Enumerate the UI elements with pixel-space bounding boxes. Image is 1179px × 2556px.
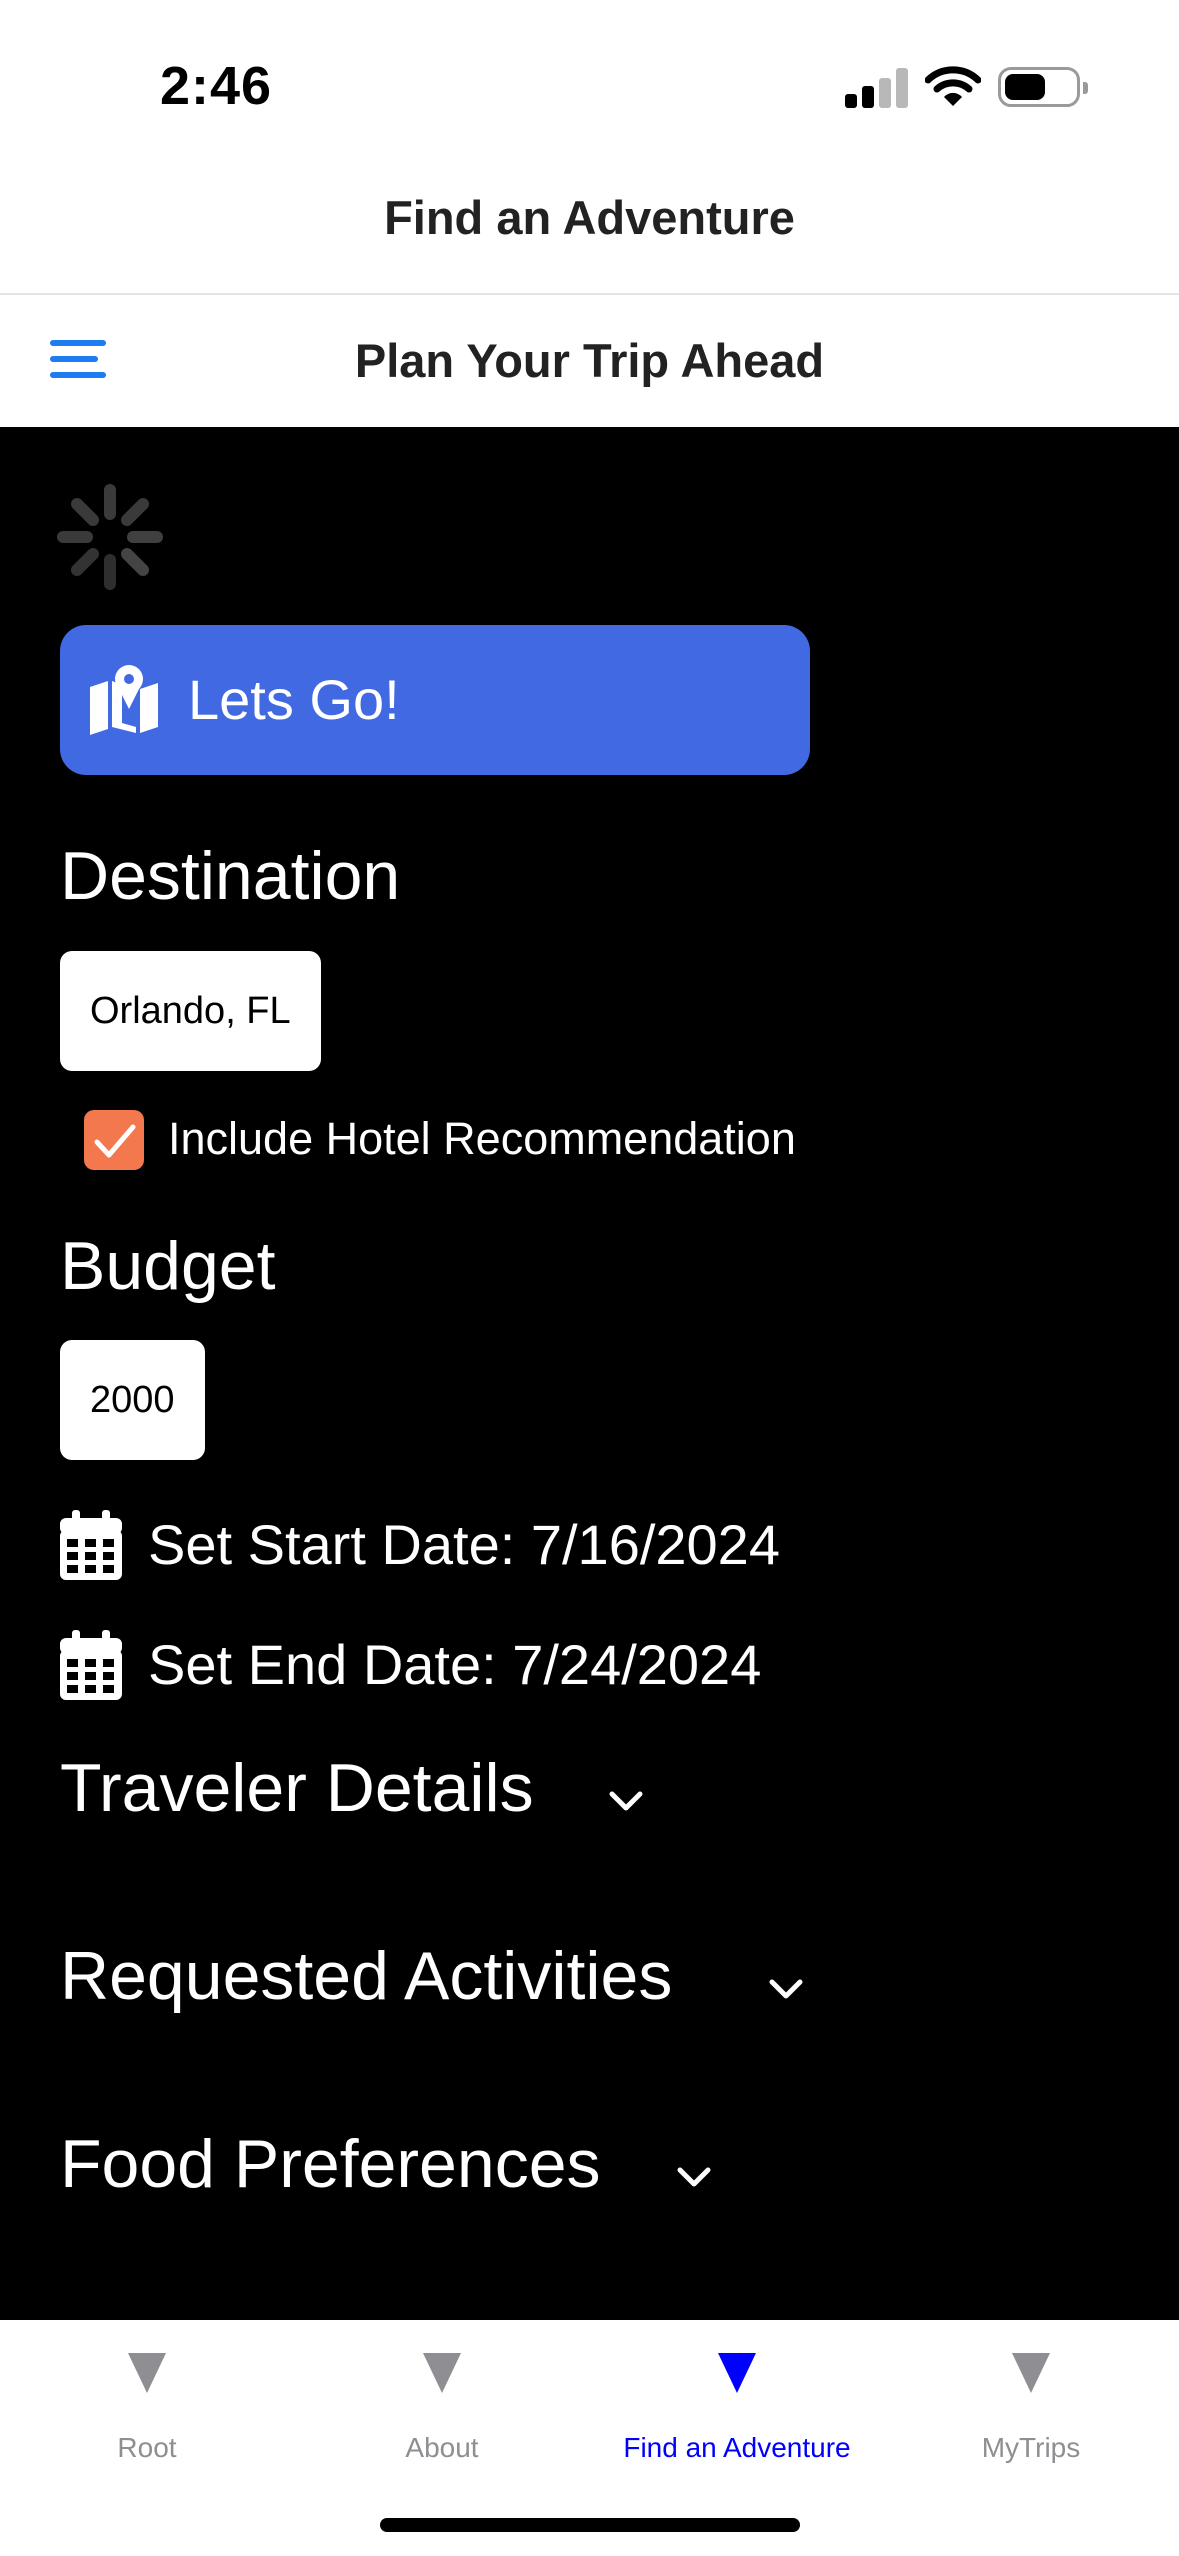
checkmark-icon <box>94 1124 136 1158</box>
triangle-icon <box>1012 2353 1050 2393</box>
calendar-icon <box>60 1510 122 1580</box>
lets-go-label: Lets Go! <box>188 668 400 731</box>
hotel-checkbox-label: Include Hotel Recommendation <box>168 1113 796 1164</box>
budget-label: Budget <box>60 1228 276 1304</box>
map-icon <box>90 665 158 735</box>
requested-activities-toggle[interactable]: Requested Activities <box>60 1937 820 2027</box>
chevron-down-icon <box>677 2167 711 2187</box>
destination-field[interactable]: Orlando, FL <box>60 951 321 1071</box>
traveler-details-toggle[interactable]: Traveler Details <box>60 1749 660 1839</box>
chevron-down-icon <box>609 1791 643 1811</box>
header-title: Plan Your Trip Ahead <box>354 334 825 387</box>
triangle-icon <box>128 2353 166 2393</box>
requested-activities-label: Requested Activities <box>60 1938 673 2014</box>
tab-find-an-adventure[interactable]: Find an Adventure <box>617 2320 857 2470</box>
tab-root-label: Root <box>117 2432 177 2463</box>
tab-root[interactable]: Root <box>27 2320 267 2470</box>
traveler-details-label: Traveler Details <box>60 1750 534 1826</box>
tab-find-an-adventure-label: Find an Adventure <box>623 2432 851 2463</box>
hotel-checkbox[interactable] <box>84 1110 144 1170</box>
chevron-down-icon <box>769 1979 803 1999</box>
start-date-button[interactable]: Set Start Date: 7/16/2024 <box>60 1510 820 1580</box>
lets-go-button[interactable]: Lets Go! <box>60 625 810 775</box>
header: Plan Your Trip Ahead <box>0 295 1179 427</box>
triangle-icon <box>718 2353 756 2393</box>
status-time: 2:46 <box>160 56 273 116</box>
battery-icon <box>998 67 1088 107</box>
nav-title: Find an Adventure <box>384 191 795 244</box>
triangle-icon <box>423 2353 461 2393</box>
food-preferences-label: Food Preferences <box>60 2126 601 2202</box>
end-date-button[interactable]: Set End Date: 7/24/2024 <box>60 1630 820 1700</box>
trip-form: Lets Go! Destination Orlando, FL Include… <box>0 427 1179 2320</box>
destination-label: Destination <box>60 838 401 914</box>
end-date-text: Set End Date: 7/24/2024 <box>148 1633 762 1696</box>
cellular-signal-icon <box>845 68 908 108</box>
tab-mytrips[interactable]: MyTrips <box>911 2320 1151 2470</box>
budget-field[interactable]: 2000 <box>60 1340 205 1460</box>
food-preferences-toggle[interactable]: Food Preferences <box>60 2125 740 2215</box>
home-indicator <box>380 2518 800 2532</box>
loading-spinner-icon <box>57 484 163 590</box>
start-date-text: Set Start Date: 7/16/2024 <box>148 1513 780 1576</box>
wifi-icon <box>925 66 981 106</box>
tab-about-label: About <box>405 2432 479 2463</box>
status-bar: 2:46 <box>0 0 1179 170</box>
tab-about[interactable]: About <box>322 2320 562 2470</box>
tab-mytrips-label: MyTrips <box>981 2432 1081 2463</box>
calendar-icon <box>60 1630 122 1700</box>
